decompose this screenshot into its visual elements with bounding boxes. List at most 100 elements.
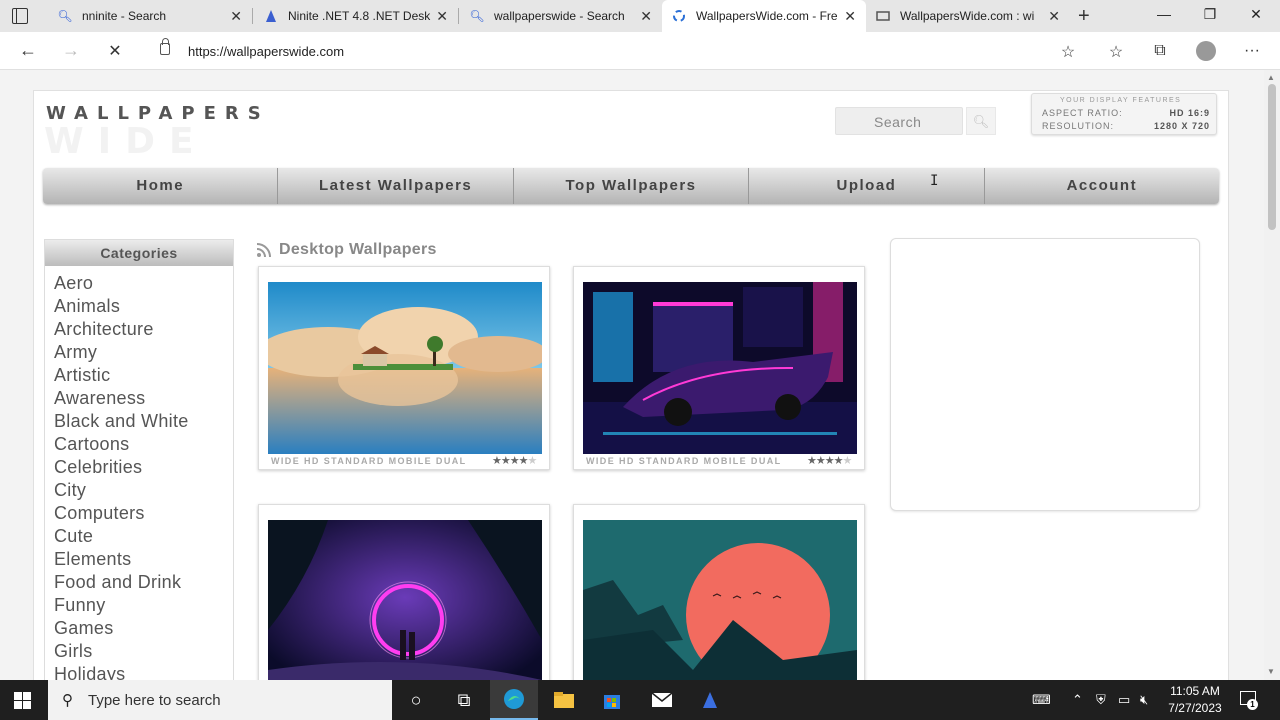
minimize-icon[interactable]: —: [1154, 6, 1174, 22]
categories-title: Categories: [45, 240, 233, 266]
close-tab-icon[interactable]: ✕: [640, 8, 652, 24]
category-funny[interactable]: Funny: [54, 594, 233, 617]
tab-nninite-search[interactable]: 🔍︎ nninite - Search ✕: [48, 0, 252, 32]
category-cartoons[interactable]: Cartoons: [54, 433, 233, 456]
wallpaper-card[interactable]: [573, 504, 865, 680]
category-awareness[interactable]: Awareness: [54, 387, 233, 410]
aspect-ratio-label: ASPECT RATIO:: [1042, 108, 1123, 118]
wallpaper-card[interactable]: WIDE HD STANDARD MOBILE DUAL ★★★★★: [573, 266, 865, 470]
clock-date: 7/27/2023: [1168, 701, 1222, 715]
restore-icon[interactable]: ❐: [1200, 6, 1220, 23]
file-explorer-icon[interactable]: [540, 680, 588, 720]
favorites-icon[interactable]: ☆: [1106, 42, 1126, 62]
cortana-icon[interactable]: ○: [392, 680, 440, 720]
wallpaper-thumbnail-red-sun[interactable]: [583, 520, 857, 680]
add-favorite-icon[interactable]: ☆: [1058, 42, 1078, 62]
close-tab-icon[interactable]: ✕: [844, 8, 856, 24]
tab-label: WallpapersWide.com : wi: [900, 9, 1035, 23]
category-games[interactable]: Games: [54, 617, 233, 640]
search-button-icon[interactable]: 🔍︎: [966, 107, 996, 135]
display-features-title: YOUR DISPLAY FEATURES: [1060, 97, 1182, 104]
category-food-and-drink[interactable]: Food and Drink: [54, 571, 233, 594]
nav-home[interactable]: Home: [43, 168, 279, 204]
taskbar-search-box[interactable]: ⚲ Type here to search: [48, 680, 392, 720]
nav-account[interactable]: Account: [985, 168, 1219, 204]
scroll-up-icon[interactable]: ▲: [1267, 73, 1275, 82]
nav-upload[interactable]: Upload: [749, 168, 985, 204]
task-view-icon[interactable]: ⧉: [440, 680, 488, 720]
category-girls[interactable]: Girls: [54, 640, 233, 663]
ninite-icon: [264, 9, 278, 23]
close-tab-icon[interactable]: ✕: [436, 8, 448, 24]
profile-avatar[interactable]: [1196, 41, 1216, 61]
search-icon: 🔍︎: [469, 9, 485, 23]
wallpaper-thumbnail-neon-car[interactable]: [583, 282, 857, 454]
advertisement-box: [890, 238, 1200, 511]
site-favicon-icon: [876, 9, 890, 23]
nav-latest-wallpapers[interactable]: Latest Wallpapers: [278, 168, 514, 204]
page-viewport: WIDE WALLPAPERS Search 🔍︎ YOUR DISPLAY F…: [0, 70, 1264, 680]
category-celebrities[interactable]: Celebrities: [54, 456, 233, 479]
category-holidays[interactable]: Holidays: [54, 663, 233, 680]
category-elements[interactable]: Elements: [54, 548, 233, 571]
rss-feed-icon[interactable]: [256, 242, 272, 258]
system-clock[interactable]: 11:05 AM 7/27/2023: [1162, 683, 1228, 717]
security-icon[interactable]: ⛨: [1096, 692, 1106, 708]
url-text[interactable]: https://wallpaperswide.com: [188, 44, 344, 59]
tab-actions-icon[interactable]: [12, 8, 28, 24]
page-scrollbar[interactable]: ▲ ▼: [1264, 70, 1280, 680]
notification-count-badge: 1: [1247, 699, 1258, 710]
nav-top-wallpapers[interactable]: Top Wallpapers: [514, 168, 750, 204]
input-indicator-icon[interactable]: ⌨: [1032, 692, 1051, 708]
tab-divider: [252, 8, 253, 24]
clock-time: 11:05 AM: [1170, 684, 1220, 698]
collections-icon[interactable]: ⧉: [1150, 42, 1170, 60]
volume-muted-icon[interactable]: 🔇︎: [1140, 692, 1148, 708]
rating-stars: ★★★★★: [807, 455, 852, 467]
back-arrow-icon[interactable]: ←: [17, 40, 39, 61]
close-window-icon[interactable]: ✕: [1246, 6, 1266, 23]
tab-label: Ninite .NET 4.8 .NET Desk: [288, 9, 431, 23]
wallpaper-thumbnail-island[interactable]: [268, 282, 542, 454]
wallpaper-card[interactable]: [258, 504, 550, 680]
tab-wallpaperswide-active[interactable]: WallpapersWide.com - Fre ✕: [662, 0, 866, 32]
category-artistic[interactable]: Artistic: [54, 364, 233, 387]
category-army[interactable]: Army: [54, 341, 233, 364]
more-options-icon[interactable]: ···: [1242, 42, 1262, 60]
scrollbar-thumb[interactable]: [1268, 84, 1276, 230]
store-icon[interactable]: [588, 680, 636, 720]
wallpaper-thumbnail-neon-ring[interactable]: [268, 520, 542, 680]
mail-icon[interactable]: [638, 680, 686, 720]
tab-wallpaperswide-search[interactable]: 🔍︎ wallpaperswide - Search ✕: [460, 0, 662, 32]
close-tab-icon[interactable]: ✕: [1048, 8, 1060, 24]
category-city[interactable]: City: [54, 479, 233, 502]
section-title: Desktop Wallpapers: [256, 241, 437, 259]
category-black-and-white[interactable]: Black and White: [54, 410, 233, 433]
tab-wallpaperswide-2[interactable]: WallpapersWide.com : wi ✕: [866, 0, 1070, 32]
close-tab-icon[interactable]: ✕: [230, 8, 242, 24]
category-architecture[interactable]: Architecture: [54, 318, 233, 341]
site-logo-shadow: WIDE: [44, 121, 208, 162]
edge-browser-icon[interactable]: [490, 680, 538, 720]
network-icon[interactable]: ▭: [1118, 692, 1130, 708]
category-aero[interactable]: Aero: [54, 272, 233, 295]
category-animals[interactable]: Animals: [54, 295, 233, 318]
windows-start-icon[interactable]: [14, 692, 31, 709]
scroll-down-icon[interactable]: ▼: [1267, 667, 1275, 676]
wallpaper-card[interactable]: WIDE HD STANDARD MOBILE DUAL ★★★★★: [258, 266, 550, 470]
show-hidden-icons-chevron-icon[interactable]: ⌃: [1072, 692, 1083, 708]
category-cute[interactable]: Cute: [54, 525, 233, 548]
tab-label: WallpapersWide.com - Fre: [696, 9, 838, 23]
lock-icon[interactable]: [160, 38, 170, 55]
stop-loading-icon[interactable]: ✕: [104, 41, 126, 61]
forward-arrow-icon[interactable]: →: [60, 40, 82, 61]
category-computers[interactable]: Computers: [54, 502, 233, 525]
windows-taskbar: ⚲ Type here to search ○ ⧉ ⌨ ⌃ ⛨ ▭ 🔇︎ 11:…: [0, 680, 1280, 720]
address-bar[interactable]: https://wallpaperswide.com: [146, 36, 1090, 66]
ninite-app-icon[interactable]: [686, 680, 734, 720]
main-navigation: Home Latest Wallpapers Top Wallpapers Up…: [43, 168, 1219, 204]
site-logo[interactable]: WALLPAPERS: [46, 103, 270, 124]
site-search-input[interactable]: Search: [835, 107, 963, 135]
tab-ninite[interactable]: Ninite .NET 4.8 .NET Desk ✕: [254, 0, 458, 32]
new-tab-button[interactable]: +: [1078, 5, 1090, 28]
